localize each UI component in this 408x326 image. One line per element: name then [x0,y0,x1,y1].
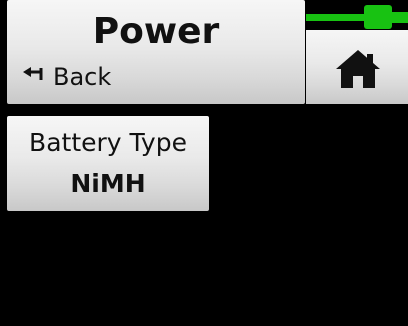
return-arrow-icon [23,67,43,80]
back-button[interactable]: Back [21,62,111,92]
status-panel [306,0,408,104]
battery-type-label: Battery Type [29,128,187,157]
page-title: Power [92,11,220,52]
battery-type-value: NiMH [70,169,146,198]
battery-icon [306,5,408,29]
header-panel: Power Back [7,0,305,104]
battery-type-tile[interactable]: Battery Type NiMH [7,116,209,211]
home-icon [336,50,380,88]
home-button[interactable] [306,30,408,104]
back-label: Back [53,63,112,91]
